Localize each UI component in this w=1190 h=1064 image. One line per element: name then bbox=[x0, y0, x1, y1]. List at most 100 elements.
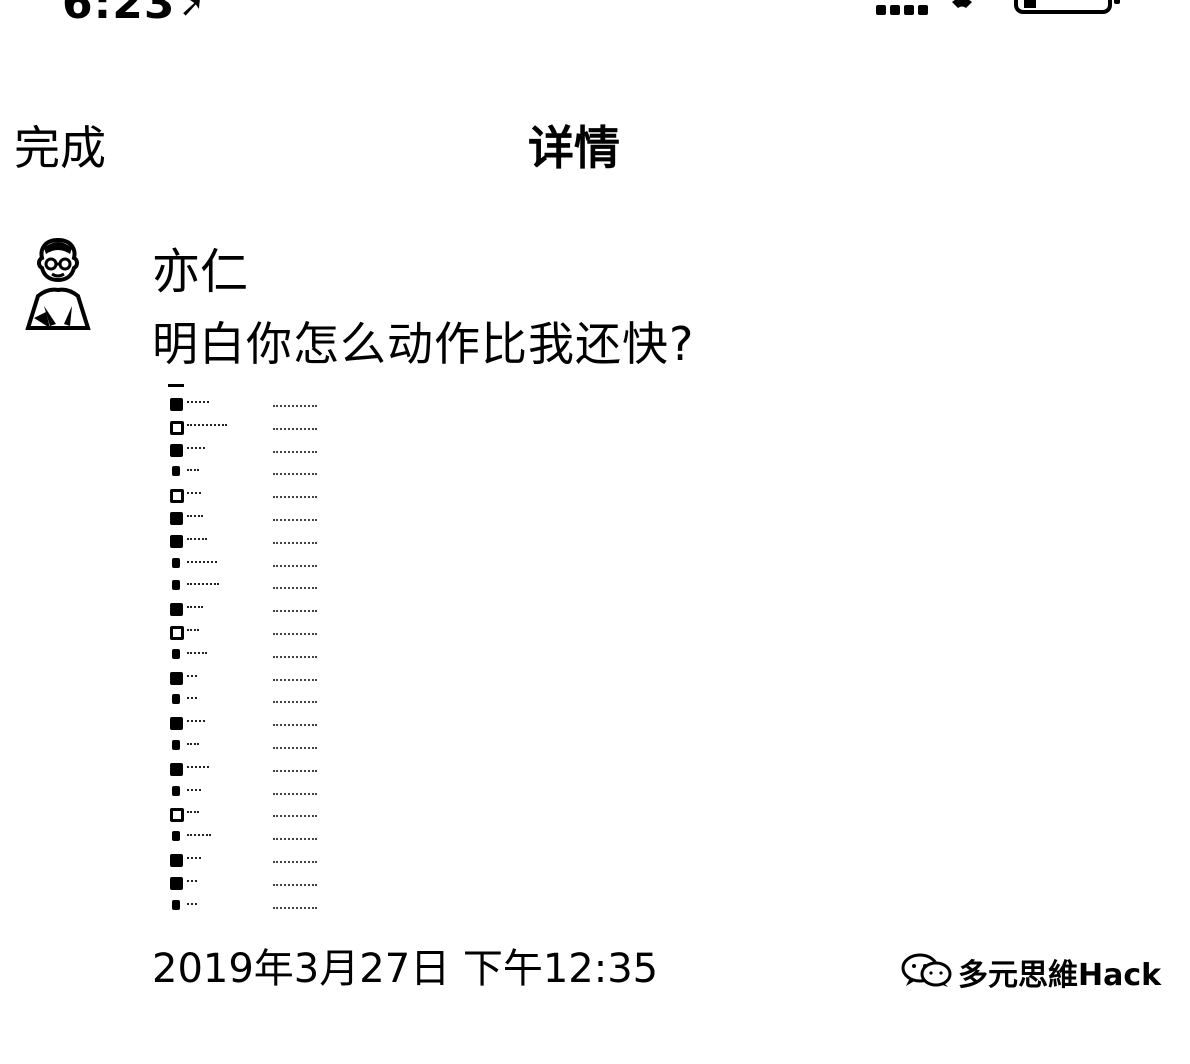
thumbnail-row-name bbox=[187, 674, 197, 680]
thumbnail-row-icon bbox=[172, 740, 180, 750]
thumbnail-row-time bbox=[273, 587, 317, 591]
thumbnail-row-time bbox=[273, 541, 317, 546]
thumbnail-row-icon bbox=[172, 580, 180, 591]
thumbnail-row-time bbox=[273, 769, 317, 774]
message-timestamp: 2019年3月27日 下午12:35 bbox=[152, 946, 659, 992]
battery-icon bbox=[1014, 0, 1120, 14]
thumbnail-row-icon bbox=[172, 694, 180, 705]
thumbnail-row-name bbox=[187, 697, 197, 702]
thumbnail-row-name bbox=[187, 629, 199, 634]
thumbnail-row bbox=[160, 647, 330, 665]
thumbnail-row bbox=[160, 601, 330, 619]
thumbnail-row-time bbox=[273, 496, 317, 500]
thumbnail-row bbox=[160, 510, 330, 528]
wifi-icon bbox=[952, 0, 972, 8]
thumbnail-row bbox=[160, 852, 330, 870]
thumbnail-row-icon bbox=[170, 603, 183, 617]
watermark-text: 多元思維Hack bbox=[958, 958, 1162, 993]
thumbnail-row-icon bbox=[172, 557, 180, 568]
thumbnail-row-time bbox=[273, 861, 317, 865]
status-bar-time: 6:23 ➚ bbox=[62, 0, 206, 29]
thumbnail-row-icon bbox=[170, 671, 183, 685]
thumbnail-row-icon bbox=[172, 899, 180, 910]
thumbnail-row bbox=[160, 487, 330, 505]
thumbnail-row-icon bbox=[170, 876, 183, 890]
thumbnail-row bbox=[160, 578, 330, 596]
wechat-icon bbox=[901, 953, 952, 987]
thumbnail-row-name bbox=[187, 537, 207, 543]
thumbnail-row-time bbox=[273, 906, 317, 911]
thumbnail-row-name bbox=[187, 834, 211, 839]
done-button[interactable]: 完成 bbox=[14, 112, 106, 178]
thumbnail-row-name bbox=[187, 857, 201, 862]
thumbnail-row bbox=[160, 898, 330, 916]
thumbnail-row bbox=[160, 464, 330, 482]
thumbnail-row-time bbox=[273, 724, 317, 728]
thumbnail-row-name bbox=[187, 583, 219, 588]
thumbnail-row-name bbox=[187, 446, 205, 452]
thumbnail-row-name bbox=[187, 720, 205, 725]
screenshot-thumbnail[interactable] bbox=[160, 380, 330, 920]
thumbnail-row bbox=[160, 670, 330, 688]
thumbnail-row-icon bbox=[172, 831, 180, 842]
thumbnail-row-icon bbox=[170, 534, 183, 548]
location-arrow-icon: ➚ bbox=[179, 0, 206, 24]
thumbnail-row bbox=[160, 419, 330, 437]
thumbnail-row-time bbox=[273, 405, 317, 409]
thumbnail-row bbox=[160, 442, 330, 460]
thumbnail-row bbox=[160, 715, 330, 733]
thumbnail-row-icon bbox=[170, 626, 184, 640]
signal-icon bbox=[876, 0, 928, 20]
thumbnail-row-time bbox=[273, 678, 317, 683]
message-text: 明白你怎么动作比我还快? bbox=[152, 317, 695, 371]
thumbnail-row-icon bbox=[170, 854, 183, 867]
thumbnail-row-name bbox=[187, 879, 197, 885]
thumbnail-row bbox=[160, 692, 330, 710]
avatar-icon[interactable] bbox=[20, 236, 96, 336]
thumbnail-row-name bbox=[187, 606, 203, 611]
thumbnail-row-name bbox=[187, 651, 207, 657]
thumbnail-row-time bbox=[273, 519, 317, 523]
thumbnail-row-time bbox=[273, 633, 317, 637]
thumbnail-row-icon bbox=[172, 785, 180, 796]
thumbnail-row-time bbox=[273, 792, 317, 797]
thumbnail-row-time bbox=[273, 747, 317, 751]
thumbnail-row bbox=[160, 556, 330, 574]
thumbnail-row-name bbox=[187, 788, 201, 794]
thumbnail-row-name bbox=[187, 515, 203, 520]
thumbnail-row-icon bbox=[170, 762, 183, 776]
thumbnail-row bbox=[160, 784, 330, 802]
sender-name: 亦仁 bbox=[152, 244, 249, 300]
thumbnail-row-icon bbox=[170, 717, 183, 731]
status-time-text: 6:23 bbox=[62, 0, 176, 29]
thumbnail-row bbox=[160, 806, 330, 824]
thumbnail-row-icon bbox=[170, 808, 184, 823]
thumbnail-row-name bbox=[187, 423, 227, 429]
thumbnail-row-icon bbox=[170, 420, 184, 435]
thumbnail-row-name bbox=[187, 902, 197, 908]
thumbnail-row bbox=[160, 738, 330, 756]
page-title: 详情 bbox=[528, 121, 620, 175]
thumbnail-row-time bbox=[273, 473, 317, 477]
thumbnail-row-time bbox=[273, 701, 317, 705]
thumbnail-row-time bbox=[273, 883, 317, 888]
thumbnail-row bbox=[160, 829, 330, 847]
thumbnail-row-name bbox=[187, 469, 199, 474]
thumbnail-row-time bbox=[273, 838, 317, 842]
thumbnail-row-name bbox=[187, 492, 201, 497]
thumbnail-row-name bbox=[187, 401, 209, 406]
thumbnail-row bbox=[160, 396, 330, 414]
thumbnail-row-icon bbox=[170, 489, 184, 504]
thumbnail-row-time bbox=[273, 655, 317, 660]
thumbnail-row-icon bbox=[172, 648, 180, 659]
thumbnail-row-time bbox=[273, 610, 317, 614]
thumbnail-row-icon bbox=[172, 466, 180, 477]
thumbnail-row bbox=[160, 875, 330, 893]
thumbnail-row-icon bbox=[170, 512, 183, 525]
thumbnail-row-icon bbox=[170, 398, 183, 411]
thumbnail-row-name bbox=[187, 560, 217, 566]
thumbnail-row-name bbox=[187, 765, 209, 771]
thumbnail-row bbox=[160, 624, 330, 642]
thumbnail-row-name bbox=[187, 811, 199, 816]
thumbnail-row-name bbox=[187, 743, 199, 748]
